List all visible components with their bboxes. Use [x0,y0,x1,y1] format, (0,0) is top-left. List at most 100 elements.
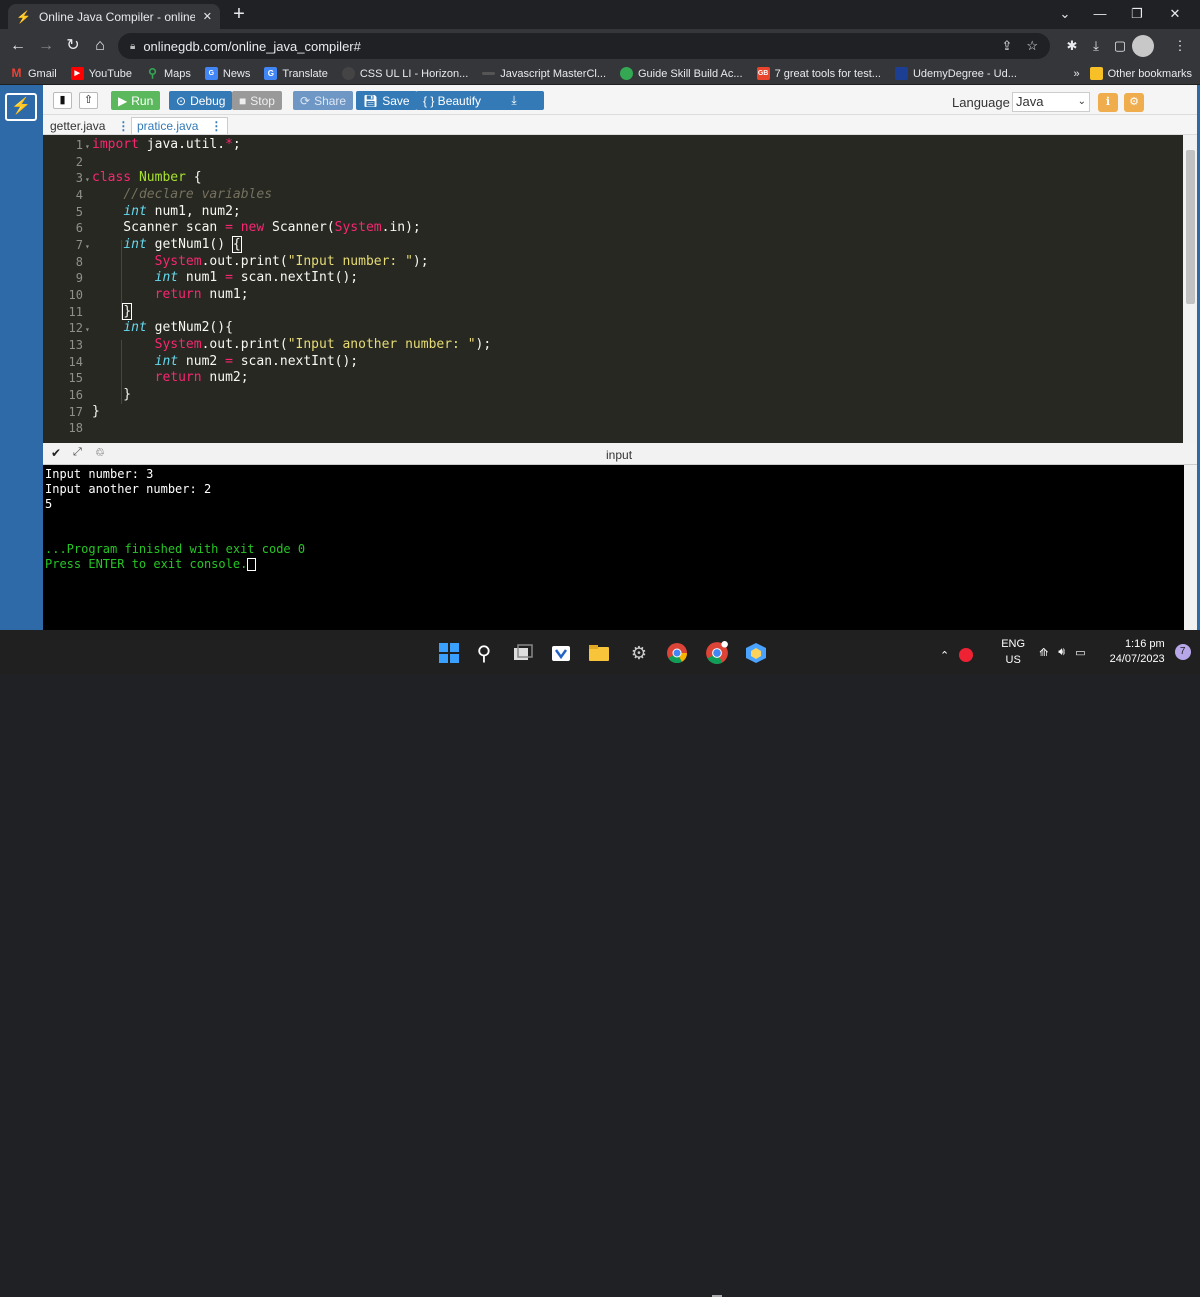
wifi-icon[interactable]: ⟰ [1039,646,1048,659]
browser-tab[interactable]: ⚡ Online Java Compiler - online edi ✕ [8,4,220,29]
file-tab-getter[interactable]: getter.java ⋮ [45,117,134,134]
file-menu-icon[interactable]: ⋮ [210,119,222,133]
notification-badge[interactable]: 7 [1174,644,1191,660]
file-menu-icon[interactable]: ⋮ [117,119,129,133]
bookmark-css[interactable]: CSS UL LI - Horizon... [341,67,469,80]
fold-arrow-icon[interactable]: ▾ [85,242,90,251]
bookmark-gmail[interactable]: M Gmail [10,67,57,80]
line-number: 3 [75,171,83,185]
file-tab-label: getter.java [50,118,106,133]
profile-avatar[interactable] [1132,35,1154,57]
save-button[interactable]: 💾︎ Save [356,91,417,110]
gear-icon[interactable]: ⚙ [1124,93,1144,112]
console-tab-input[interactable]: input [606,448,632,462]
fold-arrow-icon[interactable]: ▾ [85,142,90,151]
download-icon[interactable]: ⤓ [1088,38,1104,54]
settings-gear-icon[interactable]: ⚙ [626,640,652,666]
share-button[interactable]: ⟳ Share [293,91,354,110]
new-tab-button[interactable]: + [228,4,250,26]
console-scrollbar[interactable] [1184,465,1197,630]
file-tab-pratice[interactable]: pratice.java ⋮ [131,117,229,134]
gmail-icon: M [11,66,22,80]
windows-start-icon[interactable] [436,640,462,666]
battery-icon[interactable]: ▭ [1075,646,1085,659]
language-indicator[interactable]: ENG US [1001,636,1025,668]
minimize-button[interactable]: — [1083,4,1117,24]
clock-time: 1:16 pm [1124,638,1165,650]
console-output[interactable]: Input number: 3 Input another number: 25 … [43,465,1184,630]
share-page-icon[interactable]: ⇪ [1001,38,1012,54]
language-select[interactable]: Java ⌄ [1012,92,1090,112]
console-cursor [247,558,257,571]
chrome-dev-icon[interactable] [704,640,730,666]
line-number: 6 [75,221,83,235]
info-icon[interactable]: ℹ [1098,93,1118,112]
beautify-button[interactable]: { } Beautify [416,91,489,110]
bookmark-translate[interactable]: G Translate [264,67,328,80]
stop-button[interactable]: ■ Stop [232,91,282,110]
other-bookmarks[interactable]: Other bookmarks [1089,67,1192,80]
forward-arrow-icon[interactable]: → [36,36,56,56]
bookmark-7tools[interactable]: GB 7 great tools for test... [756,67,881,80]
bookmark-udemy[interactable]: UdemyDegree - Ud... [894,67,1017,80]
restore-button[interactable]: ❐ [1120,4,1154,24]
vscode-like-icon[interactable] [743,640,769,666]
store-app-icon[interactable] [548,640,574,666]
fold-arrow-icon[interactable]: ▾ [85,325,90,334]
share-icon: ⟳ [300,93,311,108]
volume-icon[interactable]: 🔊︎ [1058,646,1065,659]
close-window-button[interactable]: ✕ [1158,4,1192,24]
line-number: 4 [75,188,83,202]
lock-icon: 🔒︎ [130,40,136,52]
editor-scroll-thumb[interactable] [1186,150,1195,304]
system-tray: ⌃ ENG US ⟰ 🔊︎ ▭ 1:16 pm 24/07/2023 7 [940,636,1191,668]
debug-button[interactable]: ⊙ Debug [169,91,233,110]
bookmarks-overflow[interactable]: » [1074,68,1080,80]
tab-search-icon[interactable]: ⌄ [1048,4,1082,24]
clear-console-icon[interactable]: ♲ [95,446,105,459]
extension-icon[interactable]: ✱ [1064,38,1080,54]
bookmark-label: CSS UL LI - Horizon... [359,67,469,80]
address-bar[interactable]: 🔒︎ onlinegdb.com/online_java_compiler# ⇪… [118,33,1050,59]
file-explorer-icon[interactable] [586,640,612,666]
code-line: System.out.print("Input number: "); [154,254,429,269]
line-number: 15 [68,371,83,385]
home-icon[interactable]: ⌂ [90,36,110,56]
reload-icon[interactable]: ↻ [63,36,83,56]
run-button[interactable]: ▶ Run [111,91,161,110]
menu-kebab-icon[interactable]: ⋮ [1172,38,1188,54]
bookmark-youtube[interactable]: ▶ YouTube [70,67,132,80]
menu-bolt-icon[interactable]: ⚡ [5,93,37,121]
upload-icon[interactable]: ⇧ [79,92,98,109]
tab-favicon-icon: ⚡ [16,9,31,24]
language-value: Java [1016,94,1044,109]
search-icon[interactable]: ⚲ [471,640,497,666]
code-editor[interactable]: 1 2 3 4 5 6 7 8 9 10 11 12 13 14 15 16 1… [43,135,1183,443]
tray-chevron-icon[interactable]: ⌃ [940,649,949,662]
clock[interactable]: 1:16 pm 24/07/2023 [1110,637,1165,667]
back-arrow-icon[interactable]: ← [8,36,28,56]
code-line: } [92,404,100,419]
task-view-icon[interactable] [510,640,536,666]
stop-icon: ■ [239,93,247,108]
chrome-icon[interactable] [664,640,690,666]
bookmark-news[interactable]: G News [204,67,250,80]
line-number: 14 [68,355,83,369]
new-file-icon[interactable]: ▮ [53,92,72,109]
tray-app-icon[interactable] [959,648,974,662]
bookmark-star-icon[interactable]: ☆ [1026,38,1038,54]
expand-arrows-icon[interactable]: ⤢ [73,446,82,459]
folder-icon [1089,67,1103,80]
code-line: class Number { [92,170,202,185]
close-tab-icon[interactable]: ✕ [203,10,212,23]
sidepanel-icon[interactable]: ▢ [1112,38,1128,54]
code-line: int num1 = scan.nextInt(); [154,270,359,285]
fold-arrow-icon[interactable]: ▾ [85,175,90,184]
bookmark-maps[interactable]: ⚲ Maps [146,67,191,80]
download-code-button[interactable]: ⤓ [484,91,544,110]
bookmark-guide[interactable]: Guide Skill Build Ac... [620,67,743,80]
collapse-chevron-icon[interactable]: ✔ [51,446,61,460]
chevron-down-icon: ⌄ [1077,96,1086,107]
bookmark-javascript[interactable]: Javascript MasterCl... [482,68,606,80]
